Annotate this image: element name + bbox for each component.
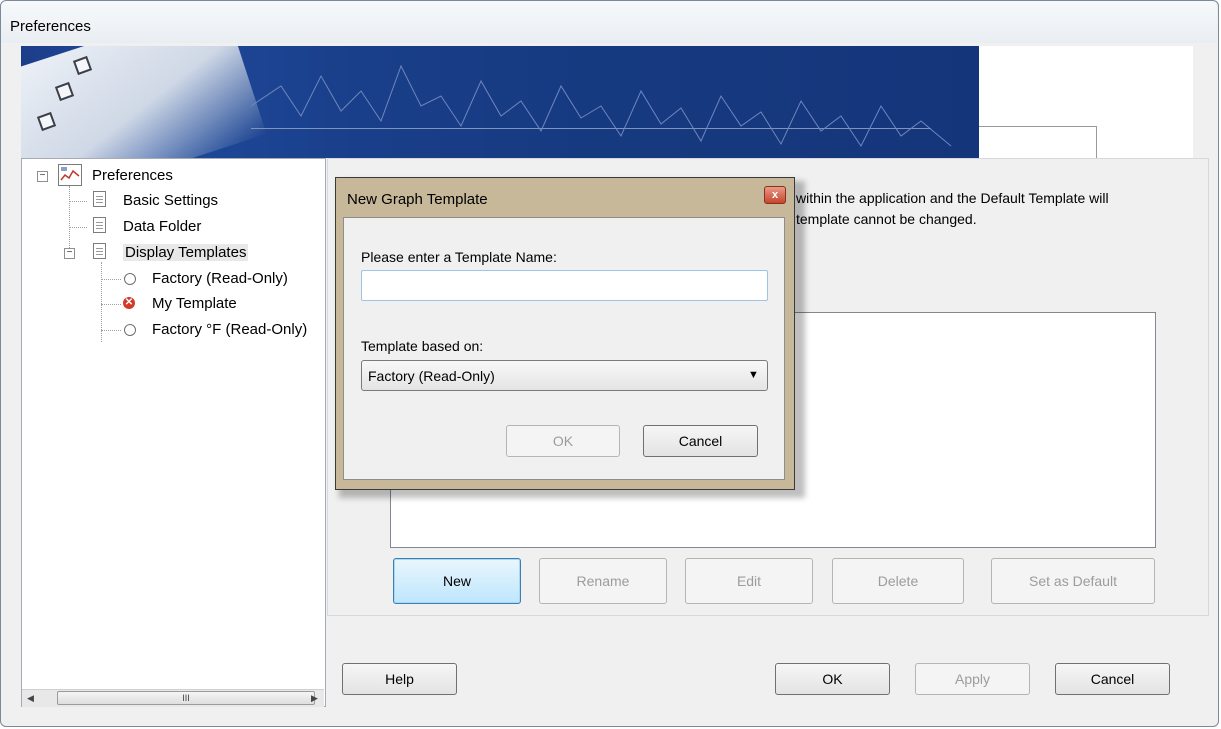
close-icon[interactable]: x [764, 186, 786, 204]
dropdown-selected-value: Factory (Read-Only) [368, 368, 495, 384]
tree-connector [69, 227, 87, 228]
banner-image [21, 46, 979, 158]
tree-item-display-templates[interactable]: Display Templates [123, 244, 249, 261]
help-button[interactable]: Help [342, 663, 457, 695]
tree-connector [101, 304, 121, 305]
edit-button[interactable]: Edit [685, 558, 813, 604]
set-as-default-button[interactable]: Set as Default [991, 558, 1155, 604]
delete-button[interactable]: Delete [832, 558, 964, 604]
tree-item-factory-f-read-only[interactable]: Factory °F (Read-Only) [152, 321, 307, 338]
radio-empty-icon [124, 273, 136, 285]
chevron-down-icon[interactable]: ▼ [748, 369, 759, 381]
tree-item-my-template[interactable]: My Template [152, 295, 237, 312]
description-line-1: within the application and the Default T… [796, 190, 1109, 206]
dialog-title: New Graph Template [347, 191, 488, 208]
scroll-left-icon[interactable]: ◀ [22, 690, 39, 707]
cancel-button[interactable]: Cancel [1055, 663, 1170, 695]
description-line-2: template cannot be changed. [796, 211, 977, 227]
template-name-input[interactable] [361, 270, 768, 301]
document-icon [93, 191, 106, 207]
collapse-icon[interactable]: − [64, 248, 75, 259]
scrollbar-thumb[interactable]: III [57, 691, 315, 705]
document-icon [93, 243, 106, 259]
preferences-chart-icon [58, 164, 82, 186]
apply-button[interactable]: Apply [915, 663, 1030, 695]
rename-button[interactable]: Rename [539, 558, 667, 604]
tree-connector [69, 186, 70, 256]
templates-description: within the application and the Default T… [796, 188, 1206, 230]
title-bar[interactable] [1, 1, 1217, 43]
dialog-cancel-button[interactable]: Cancel [643, 425, 758, 457]
tree-connector [101, 279, 121, 280]
new-button[interactable]: New [393, 558, 521, 604]
ok-button[interactable]: OK [775, 663, 890, 695]
preferences-tree[interactable] [21, 158, 326, 707]
tree-connector [69, 201, 87, 202]
radio-error-x-icon: ✕ [123, 297, 135, 309]
tree-item-basic-settings[interactable]: Basic Settings [123, 192, 218, 209]
scroll-right-icon[interactable]: ▶ [306, 690, 323, 707]
radio-empty-icon [124, 324, 136, 336]
dialog-ok-button[interactable]: OK [506, 425, 620, 457]
banner-blank-area [979, 46, 1193, 158]
document-icon [93, 217, 106, 233]
template-based-on-label: Template based on: [361, 338, 484, 354]
tree-item-factory-read-only[interactable]: Factory (Read-Only) [152, 270, 288, 287]
window-title: Preferences [10, 18, 91, 35]
collapse-icon[interactable]: − [37, 171, 48, 182]
tree-item-preferences[interactable]: Preferences [92, 167, 173, 184]
template-name-label: Please enter a Template Name: [361, 249, 557, 265]
tree-horizontal-scrollbar[interactable]: ◀ III ▶ [22, 689, 324, 707]
tree-connector [101, 330, 121, 331]
tree-item-data-folder[interactable]: Data Folder [123, 218, 201, 235]
banner-chart-graphic [250, 64, 952, 147]
